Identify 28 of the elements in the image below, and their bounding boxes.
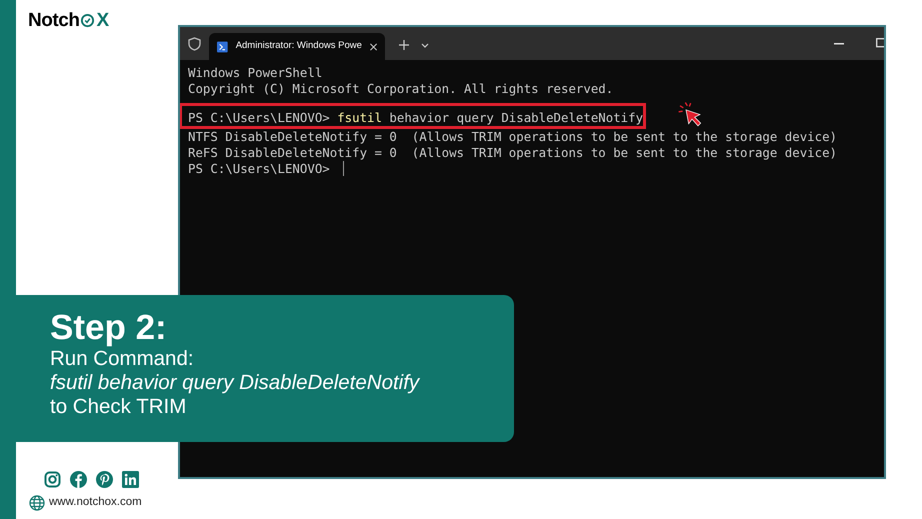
command-text: fsutil (337, 110, 382, 126)
logo: Notch X (28, 11, 109, 30)
globe-icon (29, 494, 45, 511)
console-line: Windows PowerShell (188, 65, 322, 81)
powershell-icon (217, 40, 228, 52)
command-arguments: behavior query DisableDeleteNotify (388, 110, 644, 126)
step-text: to Check TRIM (50, 395, 186, 419)
shield-icon (188, 37, 201, 51)
chevron-down-icon[interactable] (421, 43, 429, 49)
step-text: Run Command: (50, 347, 194, 371)
linkedin-icon[interactable] (122, 471, 139, 488)
console-line: NTFS DisableDeleteNotify = 0 (Allows TRIM operations to be sent to the storage device) (188, 129, 838, 145)
plus-icon[interactable] (399, 40, 409, 50)
prompt-text: PS C:\Users\LENOVO> (188, 161, 331, 177)
console-line: ReFS DisableDeleteNotify = 0 (Allows TRIM operations to be sent to the storage device) (188, 145, 838, 161)
step-title: Step 2: (50, 309, 167, 347)
step-text: fsutil behavior query DisableDeleteNotify (50, 371, 420, 395)
close-icon[interactable] (370, 42, 377, 50)
facebook-icon[interactable] (70, 471, 87, 488)
maximize-icon[interactable] (876, 38, 884, 48)
console-line: Copyright (C) Microsoft Corporation. All rights reserved. (188, 81, 614, 97)
minimize-icon[interactable] (834, 43, 844, 45)
pinterest-icon[interactable] (96, 471, 113, 488)
website-link[interactable]: www.notchox.com (49, 494, 142, 512)
prompt-text: PS C:\Users\LENOVO> (188, 110, 331, 126)
instagram-icon[interactable] (44, 471, 61, 488)
click-pointer-icon (676, 101, 704, 128)
terminal-tab[interactable]: Administrator: Windows Powe (209, 33, 385, 60)
